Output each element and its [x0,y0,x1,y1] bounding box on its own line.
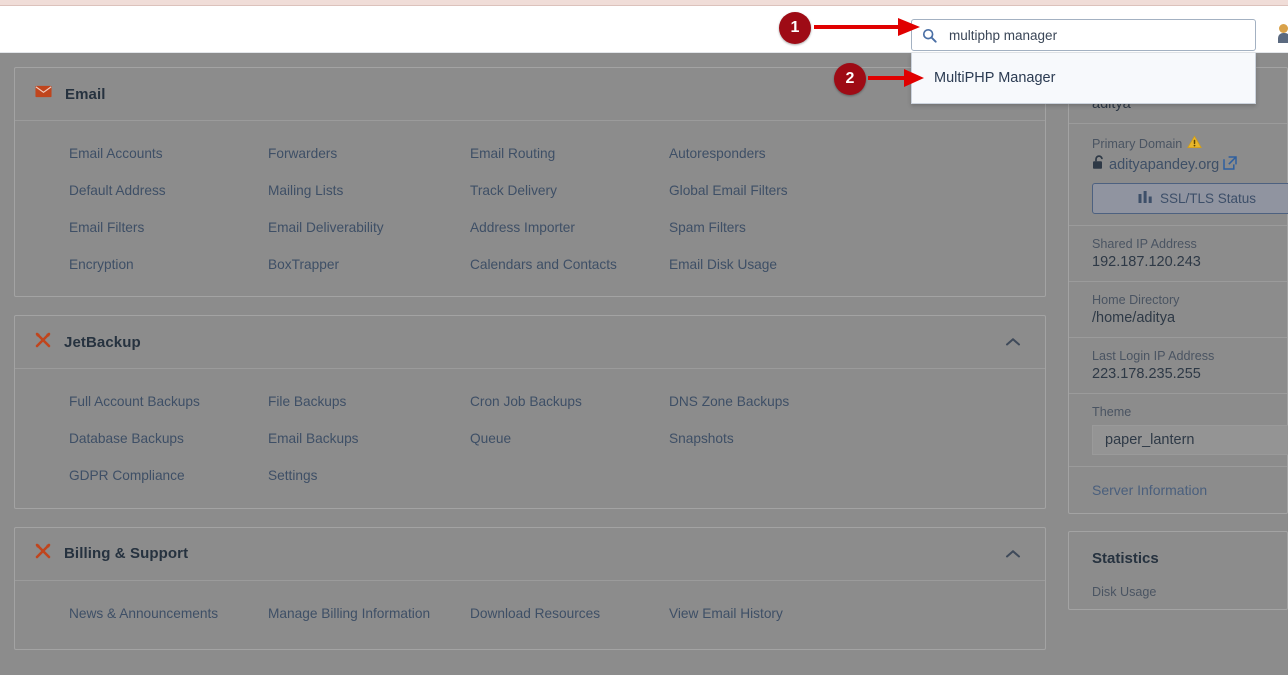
crossed-tools-icon [35,332,51,353]
last-login-label: Last Login IP Address [1092,349,1287,363]
section-billing-support-title: Billing & Support [64,545,188,562]
bar-chart-icon [1138,190,1153,207]
link-address-importer[interactable]: Address Importer [470,219,669,237]
section-billing-support-links: News & Announcements Manage Billing Info… [15,581,1045,649]
link-placeholder-1 [470,467,669,485]
warning-triangle-icon [1187,135,1202,152]
statistics-card: Statistics Disk Usage [1068,531,1288,610]
link-default-address[interactable]: Default Address [69,182,268,200]
section-jetbackup-title: JetBackup [64,334,141,351]
link-global-email-filters[interactable]: Global Email Filters [669,182,1045,200]
link-dns-zone-backups[interactable]: DNS Zone Backups [669,393,1045,411]
link-email-routing[interactable]: Email Routing [470,145,669,163]
annotation-badge-1: 1 [779,12,811,44]
ssl-tls-status-button[interactable]: SSL/TLS Status [1092,183,1288,214]
link-email-deliverability[interactable]: Email Deliverability [268,219,470,237]
annotation-arrow-1 [812,14,922,44]
row-shared-ip: Shared IP Address 192.187.120.243 [1069,226,1287,282]
shared-ip-label: Shared IP Address [1092,237,1287,251]
ssl-tls-status-label: SSL/TLS Status [1160,191,1256,206]
user-avatar-partial[interactable] [1279,24,1288,42]
link-manage-billing-info[interactable]: Manage Billing Information [268,605,470,623]
primary-domain-link[interactable]: adityapandey.org [1109,157,1219,173]
avatar-body [1278,33,1288,43]
search-icon [922,28,937,43]
theme-label: Theme [1092,405,1287,419]
link-spam-filters[interactable]: Spam Filters [669,219,1045,237]
home-directory-value: /home/aditya [1092,310,1287,326]
section-jetbackup-links: Full Account Backups File Backups Cron J… [15,369,1045,507]
link-download-resources[interactable]: Download Resources [470,605,669,623]
link-mailing-lists[interactable]: Mailing Lists [268,182,470,200]
crossed-tools-icon [35,543,51,564]
home-directory-label: Home Directory [1092,293,1287,307]
disk-usage-label: Disk Usage [1092,585,1287,599]
shared-ip-value: 192.187.120.243 [1092,254,1287,270]
main-content: Email Email Accounts Forwarders Email Ro… [0,53,1060,675]
primary-domain-label-text: Primary Domain [1092,137,1182,151]
search-result-multiphp-manager[interactable]: MultiPHP Manager [912,70,1055,86]
app-header [0,6,1288,53]
link-encryption[interactable]: Encryption [69,256,268,274]
section-billing-support-header[interactable]: Billing & Support [15,528,1045,581]
search-results-dropdown: MultiPHP Manager [911,53,1256,104]
link-placeholder-2 [669,467,1045,485]
last-login-value: 223.178.235.255 [1092,366,1287,382]
link-view-email-history[interactable]: View Email History [669,605,1045,623]
link-email-filters[interactable]: Email Filters [69,219,268,237]
link-snapshots[interactable]: Snapshots [669,430,1045,448]
annotation-badge-1-number: 1 [779,12,811,44]
external-link-icon[interactable] [1223,156,1237,174]
annotation-badge-2: 2 [834,63,866,95]
search-box[interactable] [911,19,1256,51]
link-boxtrapper[interactable]: BoxTrapper [268,256,470,274]
avatar-head [1279,24,1288,33]
link-email-accounts[interactable]: Email Accounts [69,145,268,163]
unlock-icon [1092,155,1105,174]
annotation-arrow-2 [866,65,926,93]
primary-domain-label: Primary Domain [1092,135,1287,152]
server-information-link[interactable]: Server Information [1092,482,1287,498]
general-information-sidebar: Current User aditya Primary Domain [1060,53,1288,675]
link-news-announcements[interactable]: News & Announcements [69,605,268,623]
section-jetbackup: JetBackup Full Account Backups File Back… [14,315,1046,508]
chevron-up-icon[interactable] [1005,337,1021,347]
link-queue[interactable]: Queue [470,430,669,448]
statistics-title: Statistics [1092,550,1287,567]
link-database-backups[interactable]: Database Backups [69,430,268,448]
row-home-directory: Home Directory /home/aditya [1069,282,1287,338]
link-settings[interactable]: Settings [268,467,470,485]
link-cron-job-backups[interactable]: Cron Job Backups [470,393,669,411]
section-email-title: Email [65,86,106,103]
link-gdpr-compliance[interactable]: GDPR Compliance [69,467,268,485]
theme-select[interactable]: paper_lantern [1092,425,1288,455]
link-calendars-contacts[interactable]: Calendars and Contacts [470,256,669,274]
link-file-backups[interactable]: File Backups [268,393,470,411]
link-autoresponders[interactable]: Autoresponders [669,145,1045,163]
section-jetbackup-header[interactable]: JetBackup [15,316,1045,369]
link-full-account-backups[interactable]: Full Account Backups [69,393,268,411]
section-billing-support: Billing & Support News & Announcements M… [14,527,1046,650]
annotation-badge-2-number: 2 [834,63,866,95]
link-email-disk-usage[interactable]: Email Disk Usage [669,256,1045,274]
section-email-links: Email Accounts Forwarders Email Routing … [15,121,1045,296]
row-primary-domain: Primary Domain adityapandey.org [1069,124,1287,226]
envelope-icon [35,85,52,103]
general-information-card: Current User aditya Primary Domain [1068,67,1288,514]
search-input[interactable] [937,28,1255,43]
link-email-backups[interactable]: Email Backups [268,430,470,448]
section-email: Email Email Accounts Forwarders Email Ro… [14,67,1046,297]
link-forwarders[interactable]: Forwarders [268,145,470,163]
primary-domain-value-row[interactable]: adityapandey.org [1092,155,1287,174]
link-track-delivery[interactable]: Track Delivery [470,182,669,200]
row-server-information[interactable]: Server Information [1069,467,1287,513]
row-last-login-ip: Last Login IP Address 223.178.235.255 [1069,338,1287,394]
row-theme: Theme paper_lantern [1069,394,1287,467]
chevron-up-icon[interactable] [1005,549,1021,559]
